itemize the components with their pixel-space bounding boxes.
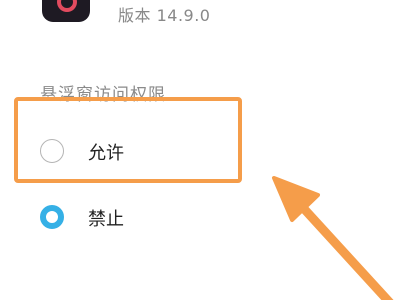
pointer-arrow	[272, 176, 394, 300]
